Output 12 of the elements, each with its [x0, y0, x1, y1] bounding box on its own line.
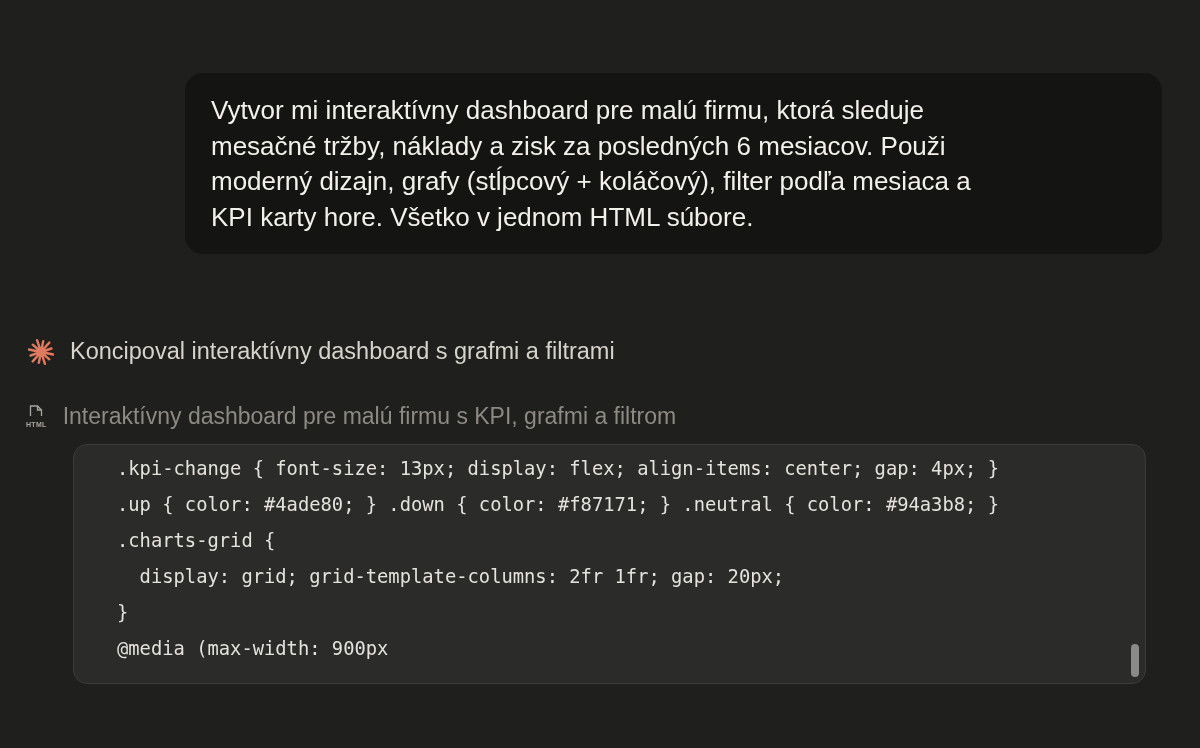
file-icon	[29, 405, 44, 417]
status-text: Koncipoval interaktívny dashboard s grafmi a filtrami	[70, 337, 615, 366]
scrollbar-thumb	[1131, 643, 1139, 677]
code-line: .up { color: #4ade80; } .down { color: #f87171; } .neutral { color: #94a3b8; }	[117, 492, 999, 517]
code-line: .charts-grid {	[117, 528, 276, 553]
code-line: }	[117, 600, 129, 625]
code-line: @media (max-width: 900px	[117, 636, 389, 661]
artifact-title: Interaktívny dashboard pre malú firmu s KPI, grafmi a filtrom	[62, 402, 677, 432]
user-message: Vytvor mi interaktívny dashboard pre malú firmu, ktorá sleduje mesačné tržby, náklady a zisk za posledných 6 mesiacov. Použi moderný dizajn, grafy (stĺpcový + koláčový), filter podľa mesiaca a KPI karty hore. Všetko v jednom HTML súbore.	[211, 94, 972, 234]
code-line: display: grid; grid-template-columns: 2fr 1fr; gap: 20px;	[138, 564, 785, 589]
code-line: .kpi-change { font-size: 13px; display: flex; align-items: center; gap: 4px; }	[117, 456, 999, 481]
asterisk-icon	[28, 338, 54, 365]
